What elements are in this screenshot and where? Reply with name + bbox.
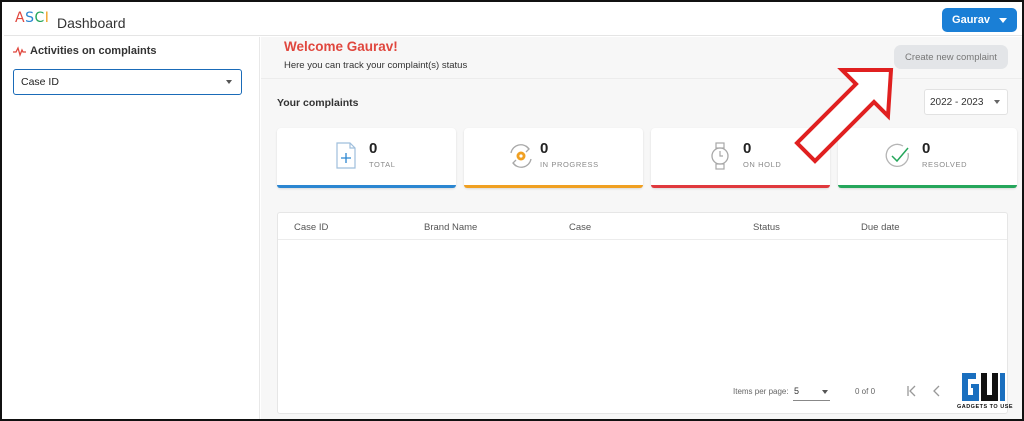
stat-card-total[interactable]: 0 TOTAL <box>277 128 456 188</box>
stat-card-in-progress[interactable]: 0 IN PROGRESS <box>464 128 643 188</box>
previous-page-icon[interactable] <box>928 382 946 400</box>
stat-card-on-hold[interactable]: 0 ON HOLD <box>651 128 830 188</box>
caret-down-icon <box>822 390 828 394</box>
stat-label: RESOLVED <box>922 160 968 169</box>
complaints-section-title: Your complaints <box>277 97 359 109</box>
user-name: Gaurav <box>952 14 990 26</box>
welcome-title: Welcome Gaurav! <box>284 39 398 54</box>
caret-down-icon <box>994 100 1000 104</box>
stat-count: 0 <box>743 140 752 157</box>
refresh-gear-icon <box>506 141 532 171</box>
stat-card-resolved[interactable]: 0 RESOLVED <box>838 128 1017 188</box>
stat-bar <box>464 185 643 188</box>
sidebar: Activities on complaints Case ID <box>4 37 260 419</box>
user-menu-button[interactable]: Gaurav <box>942 8 1017 32</box>
page-range-label: 0 of 0 <box>855 387 876 396</box>
watermark-text: GADGETS TO USE <box>956 404 1014 410</box>
caret-down-icon <box>226 80 232 84</box>
stat-count: 0 <box>922 140 931 157</box>
column-header-case-id[interactable]: Case ID <box>294 222 328 233</box>
stat-count: 0 <box>369 140 378 157</box>
items-per-page-select[interactable]: 5 <box>793 384 830 401</box>
stat-label: TOTAL <box>369 160 396 169</box>
stat-label: ON HOLD <box>743 160 782 169</box>
gadgets-to-use-logo <box>962 373 1005 401</box>
welcome-subtitle: Here you can track your complaint(s) sta… <box>284 60 468 71</box>
main-content: Welcome Gaurav! Here you can track your … <box>261 37 1022 419</box>
items-per-page-value: 5 <box>794 386 800 396</box>
complaints-table: Case ID Brand Name Case Status Due date … <box>277 212 1008 414</box>
stat-bar <box>277 185 456 188</box>
stat-count: 0 <box>540 140 549 157</box>
caret-down-icon <box>998 17 1007 23</box>
column-header-brand-name[interactable]: Brand Name <box>424 222 477 233</box>
asci-logo[interactable]: ASCI <box>15 10 49 26</box>
sidebar-heading-label: Activities on complaints <box>30 45 157 57</box>
stat-bar <box>651 185 830 188</box>
column-header-status[interactable]: Status <box>753 222 780 233</box>
stat-bar <box>838 185 1017 188</box>
table-header: Case ID Brand Name Case Status Due date <box>278 213 1007 240</box>
welcome-panel: Welcome Gaurav! Here you can track your … <box>261 37 1022 79</box>
items-per-page-label: Items per page: <box>733 387 789 396</box>
paginator: Items per page: 5 0 of 0 <box>278 379 1007 407</box>
sidebar-heading: Activities on complaints <box>13 45 157 57</box>
check-circle-icon <box>884 141 910 171</box>
year-value: 2022 - 2023 <box>930 96 984 108</box>
column-header-due-date[interactable]: Due date <box>861 222 900 233</box>
watch-icon <box>707 141 733 171</box>
case-filter-select[interactable]: Case ID <box>13 69 242 95</box>
year-select[interactable]: 2022 - 2023 <box>924 89 1008 115</box>
app-window: ASCI Dashboard Gaurav Activities on comp… <box>0 0 1024 421</box>
top-navbar: ASCI Dashboard Gaurav <box>4 4 1022 36</box>
page-title: Dashboard <box>57 15 126 31</box>
activity-pulse-icon <box>13 45 26 57</box>
document-plus-icon <box>333 141 359 171</box>
first-page-icon[interactable] <box>903 382 921 400</box>
case-filter-value: Case ID <box>21 76 59 88</box>
create-complaint-button[interactable]: Create new complaint <box>894 45 1008 69</box>
stat-label: IN PROGRESS <box>540 160 599 169</box>
gadgets-to-use-watermark: GADGETS TO USE <box>953 371 1017 417</box>
column-header-case[interactable]: Case <box>569 222 591 233</box>
